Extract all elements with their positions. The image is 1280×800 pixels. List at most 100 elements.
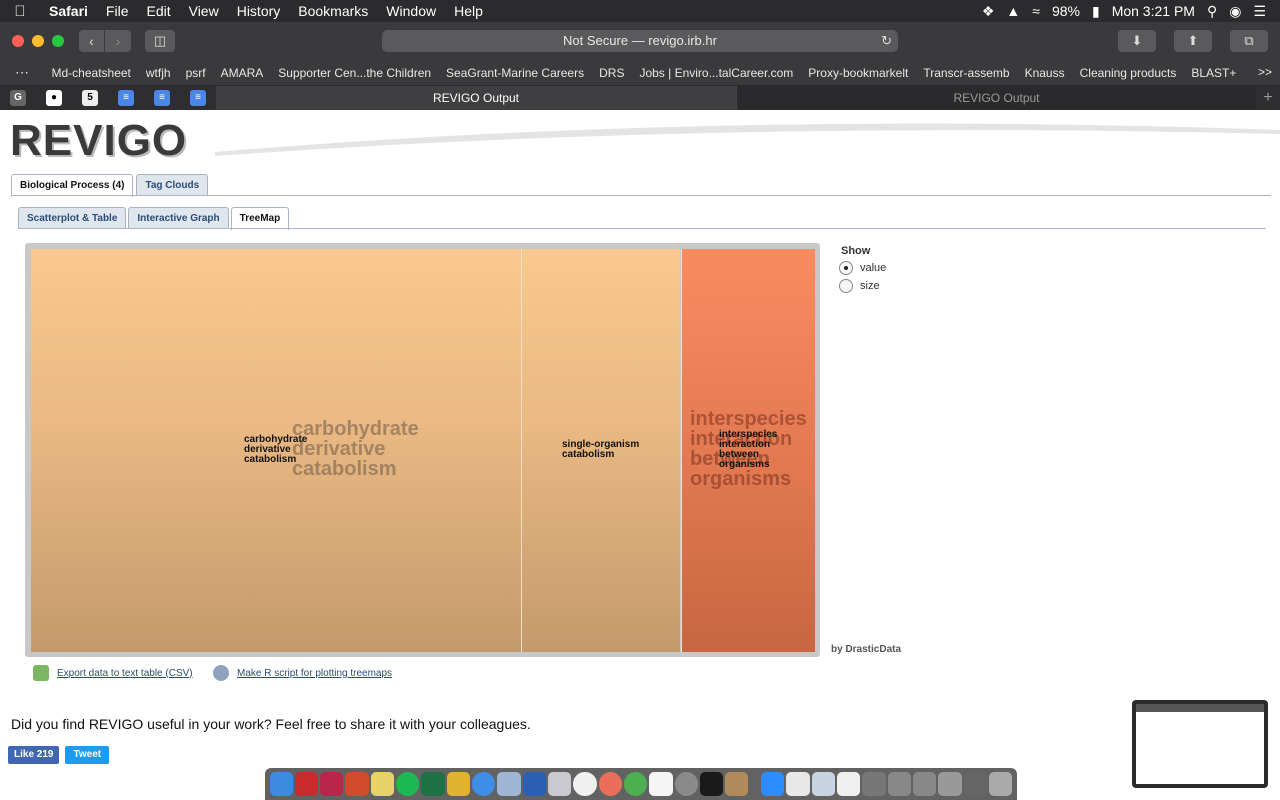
spotlight-search-icon[interactable]: ⚲ <box>1207 3 1217 20</box>
powerpoint-icon[interactable] <box>345 772 369 796</box>
menu-help[interactable]: Help <box>445 3 492 19</box>
control-center-icon[interactable]: ☰ <box>1253 3 1266 20</box>
tab-interactive-graph[interactable]: Interactive Graph <box>128 207 229 229</box>
pinned-tab[interactable]: ≡ <box>144 86 180 110</box>
document-icon[interactable] <box>786 772 810 796</box>
reload-icon[interactable]: ↻ <box>881 30 892 52</box>
tab-revigo-output-active[interactable]: REVIGO Output <box>216 86 736 110</box>
spotify-icon[interactable] <box>396 772 420 796</box>
bookmark-item[interactable]: Transcr-assemb <box>916 66 1017 80</box>
window-thumbnail-icon[interactable] <box>913 772 937 796</box>
address-bar[interactable]: Not Secure — revigo.irb.hr ↻ <box>382 30 898 52</box>
sidebar-toggle-button[interactable]: ◫ <box>145 30 175 52</box>
chrome-icon[interactable] <box>623 772 648 796</box>
bookmark-item[interactable]: AMARA <box>213 66 271 80</box>
menu-app-safari[interactable]: Safari <box>40 3 97 19</box>
bookmark-item[interactable]: Knauss <box>1017 66 1072 80</box>
window-thumbnail-icon[interactable] <box>887 772 912 796</box>
finder-icon[interactable] <box>269 772 293 796</box>
script-editor-icon[interactable] <box>725 772 749 796</box>
menu-history[interactable]: History <box>228 3 290 19</box>
battery-percent[interactable]: 98% <box>1052 3 1080 19</box>
close-window-button[interactable] <box>12 35 24 47</box>
share-icon[interactable]: ⬆ <box>1174 30 1212 52</box>
pinned-tab[interactable]: G <box>0 86 36 110</box>
minimize-window-button[interactable] <box>32 35 44 47</box>
pinned-tab[interactable]: 5 <box>72 86 108 110</box>
tab-treemap[interactable]: TreeMap <box>230 207 290 230</box>
bookmark-item[interactable]: Jobs | Enviro...talCareer.com <box>632 66 801 80</box>
pinned-tab[interactable]: ≡ <box>108 86 144 110</box>
notes-icon[interactable] <box>370 772 395 796</box>
export-csv-link[interactable]: Export data to text table (CSV) <box>33 665 193 681</box>
window-thumbnail-icon[interactable] <box>862 772 886 796</box>
new-tab-button[interactable]: + <box>1256 86 1280 110</box>
bookmark-item[interactable]: Cleaning products <box>1072 66 1184 80</box>
facebook-like-button[interactable]: Like 219 <box>8 746 60 764</box>
acrobat-icon[interactable] <box>294 772 319 796</box>
tab-biological-process[interactable]: Biological Process (4) <box>11 174 134 197</box>
clock[interactable]: Mon 3:21 PM <box>1112 3 1195 19</box>
treemap-cell-carbohydrate-derivative-catabolism[interactable]: carbohydrate derivative catabolism carbo… <box>31 249 521 652</box>
forward-button[interactable]: › <box>105 30 131 52</box>
window-thumbnail-icon[interactable] <box>938 772 962 796</box>
menu-window[interactable]: Window <box>377 3 445 19</box>
bookmark-item[interactable]: DRS <box>592 66 632 80</box>
make-r-script-text[interactable]: Make R script for plotting treemaps <box>237 668 392 679</box>
mendeley-icon[interactable] <box>320 772 344 796</box>
export-csv-text[interactable]: Export data to text table (CSV) <box>57 668 193 679</box>
podcasts-icon[interactable] <box>547 772 572 796</box>
bookmark-item[interactable]: BLAST+ <box>1184 66 1244 80</box>
rstudio-icon[interactable] <box>497 772 521 796</box>
safari-icon[interactable] <box>472 772 496 796</box>
bookmark-item[interactable]: Supporter Cen...the Children <box>271 66 439 80</box>
menu-file[interactable]: File <box>97 3 138 19</box>
tweet-button[interactable]: Tweet <box>65 746 110 764</box>
pinned-tab[interactable]: ● <box>36 86 72 110</box>
radio-button-selected[interactable] <box>839 261 853 275</box>
textedit-icon[interactable] <box>649 772 673 796</box>
terminal-icon[interactable] <box>699 772 724 796</box>
bookmark-item[interactable]: Proxy-bookmarkelt <box>801 66 916 80</box>
wifi-icon[interactable]: ≈ <box>1032 3 1040 19</box>
favorites-grid-icon[interactable]: ⋯ <box>0 64 44 81</box>
preview-icon[interactable] <box>811 772 836 796</box>
treemap-cell-single-organism-catabolism[interactable]: single-organism catabolism <box>522 249 680 652</box>
bookmark-item[interactable]: Md-cheatsheet <box>44 66 138 80</box>
radio-button[interactable] <box>839 279 853 293</box>
menu-view[interactable]: View <box>180 3 228 19</box>
bookmark-item[interactable]: wtfjh <box>138 66 178 80</box>
screenshot-preview-thumbnail[interactable] <box>1132 700 1268 788</box>
battery-icon[interactable]: ▮ <box>1092 3 1100 20</box>
tab-tag-clouds[interactable]: Tag Clouds <box>136 174 209 196</box>
tab-revigo-output-inactive[interactable]: REVIGO Output <box>736 86 1256 110</box>
bookmarks-more-button[interactable]: >> <box>1258 65 1272 79</box>
zoom-window-button[interactable] <box>52 35 64 47</box>
itunes-icon[interactable] <box>573 772 597 796</box>
tab-scatterplot-table[interactable]: Scatterplot & Table <box>18 207 127 229</box>
back-button[interactable]: ‹ <box>79 30 105 52</box>
apple-menu-icon[interactable]:  <box>0 3 40 20</box>
photos-icon[interactable] <box>598 772 622 796</box>
menu-edit[interactable]: Edit <box>137 3 179 19</box>
trash-icon[interactable] <box>988 772 1013 796</box>
pinned-tab[interactable]: ≡ <box>180 86 216 110</box>
zoom-icon[interactable] <box>761 772 785 796</box>
siri-icon[interactable]: ◉ <box>1229 3 1241 20</box>
word-icon[interactable] <box>522 772 546 796</box>
downloads-icon[interactable]: ⬇ <box>1118 30 1156 52</box>
window-thumbnail-icon[interactable] <box>963 772 987 796</box>
show-size-radio[interactable]: size <box>839 279 880 293</box>
dropbox-icon[interactable]: ❖ <box>982 3 995 20</box>
excel-icon[interactable] <box>421 772 445 796</box>
drive-icon[interactable]: ▲ <box>1006 3 1020 19</box>
app-icon[interactable] <box>446 772 470 796</box>
file-icon[interactable] <box>837 772 861 796</box>
system-preferences-icon[interactable] <box>674 772 698 796</box>
treemap-cell-interspecies-interaction[interactable]: interspecies interaction between organis… <box>682 249 815 652</box>
make-r-script-link[interactable]: Make R script for plotting treemaps <box>213 665 392 681</box>
tab-overview-icon[interactable]: ⧉ <box>1230 30 1268 52</box>
bookmark-item[interactable]: psrf <box>178 66 213 80</box>
bookmark-item[interactable]: SeaGrant-Marine Careers <box>439 66 592 80</box>
show-value-radio[interactable]: value <box>839 261 886 275</box>
